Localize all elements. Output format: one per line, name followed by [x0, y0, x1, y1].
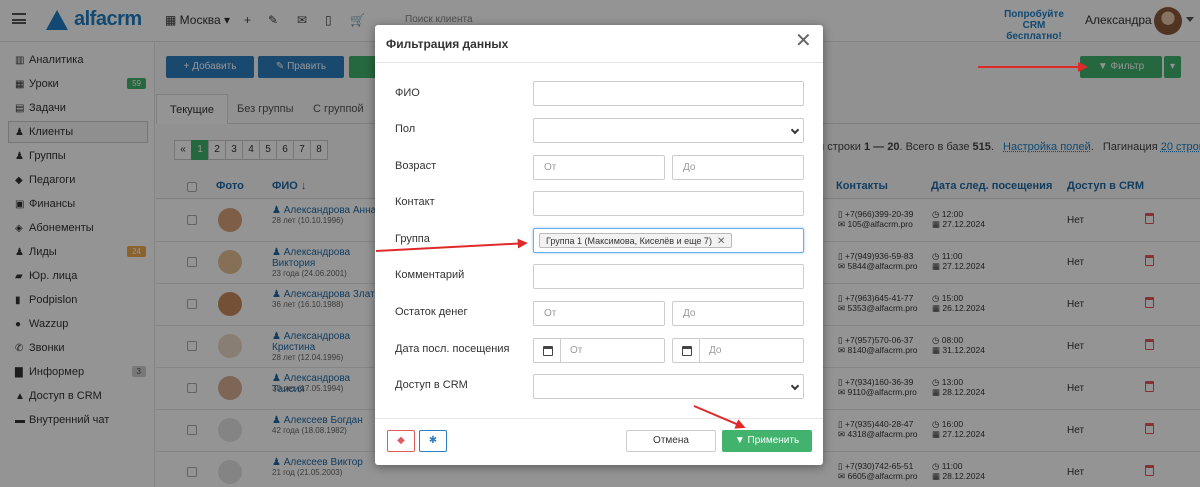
- apply-button[interactable]: ▼ Применить: [722, 430, 812, 452]
- chevron-down-icon: [790, 125, 800, 135]
- balance-to-input[interactable]: До: [672, 301, 804, 326]
- close-icon[interactable]: ✕: [795, 31, 812, 51]
- crm-access-select[interactable]: [533, 374, 804, 399]
- label-age: Возраст: [395, 160, 437, 172]
- gender-select[interactable]: [533, 118, 804, 143]
- label-fio: ФИО: [395, 87, 420, 99]
- label-contact: Контакт: [395, 196, 435, 208]
- label-crm-access: Доступ в CRM: [395, 379, 468, 391]
- label-last-visit: Дата посл. посещения: [395, 343, 510, 355]
- cancel-button[interactable]: Отмена: [626, 430, 716, 452]
- calendar-icon: [682, 346, 692, 356]
- label-group: Группа: [395, 233, 430, 245]
- age-to-input[interactable]: До: [672, 155, 804, 180]
- label-balance: Остаток денег: [395, 306, 468, 318]
- fio-input[interactable]: [533, 81, 804, 106]
- settings-button[interactable]: ✱: [419, 430, 447, 452]
- label-comment: Комментарий: [395, 269, 465, 281]
- filter-icon: ▼: [734, 435, 745, 446]
- chevron-down-icon: [790, 381, 800, 391]
- label-gender: Пол: [395, 123, 416, 135]
- eraser-icon: ◆: [397, 435, 405, 446]
- comment-input[interactable]: [533, 264, 804, 289]
- modal-title: Фильтрация данных: [386, 37, 509, 51]
- balance-from-input[interactable]: От: [533, 301, 665, 326]
- calendar-icon: [543, 346, 553, 356]
- group-multiselect[interactable]: Группа 1 (Максимова, Киселёв и еще 7) ✕: [533, 228, 804, 253]
- filter-modal: Фильтрация данных ✕ ФИО Пол Возраст От Д…: [375, 25, 823, 465]
- remove-tag-icon[interactable]: ✕: [717, 236, 725, 247]
- annotation-arrow: [978, 62, 1088, 72]
- contact-input[interactable]: [533, 191, 804, 216]
- divider: [375, 62, 823, 63]
- gear-icon: ✱: [428, 435, 438, 446]
- reset-button[interactable]: ◆: [387, 430, 415, 452]
- last-visit-to-input[interactable]: До: [672, 338, 804, 363]
- divider: [375, 418, 823, 419]
- group-tag: Группа 1 (Максимова, Киселёв и еще 7) ✕: [539, 233, 733, 248]
- age-from-input[interactable]: От: [533, 155, 665, 180]
- last-visit-from-input[interactable]: От: [533, 338, 665, 363]
